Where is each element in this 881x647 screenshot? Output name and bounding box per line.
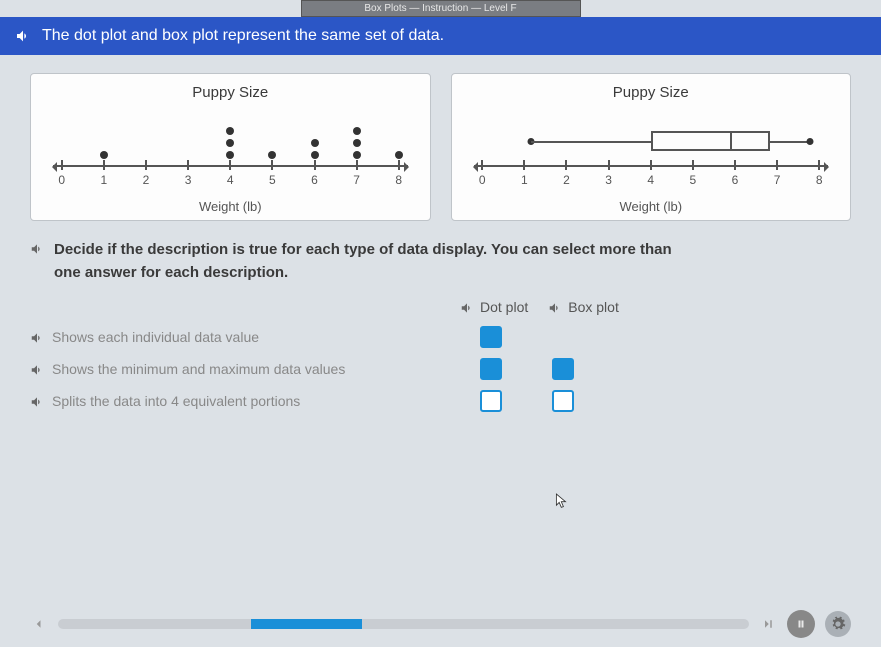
whisker-line [770,141,810,143]
progress-fill [251,619,362,629]
tick-label: 3 [605,173,612,187]
data-dot [226,151,234,159]
progress-bar[interactable] [58,619,749,629]
pause-button[interactable] [787,610,815,638]
tick-label: 5 [269,173,276,187]
checkbox-r1-dot[interactable] [480,326,502,348]
bottom-bar [0,609,881,639]
checkbox-r3-dot[interactable] [480,390,502,412]
tick-label: 7 [774,173,781,187]
audio-icon[interactable] [548,300,564,316]
data-dot [226,139,234,147]
box-plot-area: 0 1 2 3 4 5 6 7 8 [464,107,839,197]
tick-label: 3 [185,173,192,187]
tick-label: 1 [521,173,528,187]
tick-label: 4 [647,173,654,187]
instruction-header: The dot plot and box plot represent the … [0,17,881,55]
gear-icon[interactable] [825,611,851,637]
median-line [730,131,732,151]
column-dot-label: Dot plot [480,299,528,315]
answer-row-1: Shows each individual data value [30,326,851,348]
column-box-label: Box plot [568,299,619,315]
question-line2: one answer for each description. [54,262,672,285]
checkbox-r2-dot[interactable] [480,358,502,380]
whisker-max [807,138,814,145]
data-dot [353,151,361,159]
data-dot [100,151,108,159]
dot-plot-title: Puppy Size [43,84,418,101]
data-dot [226,127,234,135]
cursor-icon [555,492,569,510]
tick-label: 8 [395,173,402,187]
tick-label: 2 [143,173,150,187]
audio-icon[interactable] [30,394,46,410]
dot-axis-label: Weight (lb) [43,199,418,214]
tick-label: 4 [227,173,234,187]
box-plot-title: Puppy Size [464,84,839,101]
checkbox-r2-box[interactable] [552,358,574,380]
data-dot [311,139,319,147]
data-dot [395,151,403,159]
tick-label: 5 [690,173,697,187]
question-line1: Decide if the description is true for ea… [54,239,672,262]
column-header-dot: Dot plot [460,298,528,316]
dot-plot-card: Puppy Size 0 1 2 3 4 5 6 7 8 Weigh [30,73,431,221]
audio-icon[interactable] [460,300,476,316]
checkbox-r3-box[interactable] [552,390,574,412]
audio-icon[interactable] [30,362,46,378]
whisker-line [531,141,651,143]
tick-label: 6 [732,173,739,187]
data-dot [311,151,319,159]
row-label-1: Shows each individual data value [52,329,259,345]
audio-icon[interactable] [30,241,46,257]
data-dot [353,127,361,135]
dot-plot-area: 0 1 2 3 4 5 6 7 8 [43,107,418,197]
audio-icon[interactable] [30,330,46,346]
data-dot [353,139,361,147]
column-header-box: Box plot [548,298,619,316]
prev-icon[interactable] [30,615,48,633]
box-axis-label: Weight (lb) [464,199,839,214]
row-label-3: Splits the data into 4 equivalent portio… [52,393,300,409]
box-plot-card: Puppy Size 0 1 2 3 4 5 6 7 8 Weight (lb) [451,73,852,221]
row-label-2: Shows the minimum and maximum data value… [52,361,345,377]
tick-label: 6 [311,173,318,187]
tick-label: 8 [816,173,823,187]
answer-row-2: Shows the minimum and maximum data value… [30,358,851,380]
tick-label: 2 [563,173,570,187]
data-dot [268,151,276,159]
breadcrumb: Box Plots — Instruction — Level F [301,0,581,17]
box-rect [651,131,771,151]
next-icon[interactable] [759,615,777,633]
answer-row-3: Splits the data into 4 equivalent portio… [30,390,851,412]
tick-label: 0 [58,173,65,187]
tick-label: 7 [353,173,360,187]
audio-icon[interactable] [14,27,32,45]
instruction-text: The dot plot and box plot represent the … [42,27,444,45]
tick-label: 1 [101,173,108,187]
tick-label: 0 [479,173,486,187]
